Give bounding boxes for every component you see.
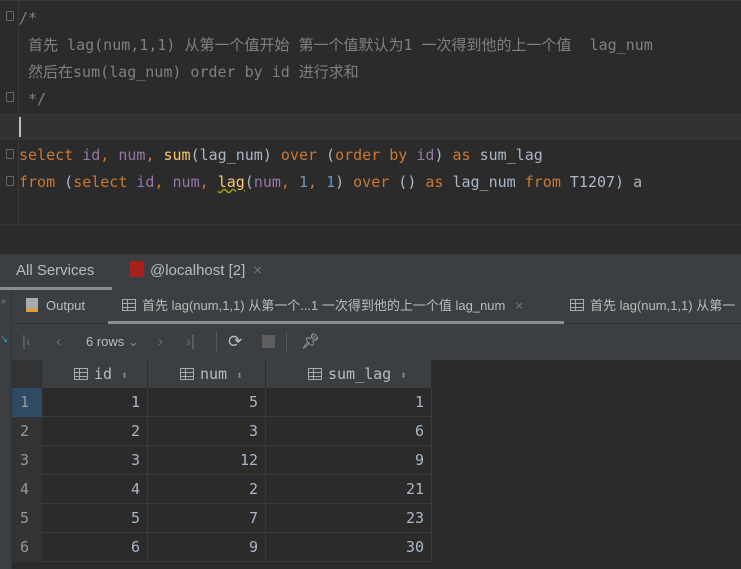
services-panel: All Services @localhost [2] × » ↘ Output 首… [0,254,741,569]
sort-icon: ⬍ [121,369,128,382]
column-icon [74,368,88,380]
table-cell-num[interactable]: 3 [148,417,266,446]
tab-result-1[interactable]: 首先 lag(num,1,1) 从第一个...1 一次得到他的上一个值 lag_… [108,290,564,324]
table-cell-sum_lag[interactable]: 6 [266,417,432,446]
table-cell-sum_lag[interactable]: 21 [266,475,432,504]
row-number[interactable]: 3 [12,446,42,475]
row-number[interactable]: 4 [12,475,42,504]
comment-line: */ [19,90,47,108]
table-cell-num[interactable]: 7 [148,504,266,533]
pin-icon[interactable]: 📌︎ [301,325,320,359]
comment-line: /* [19,9,38,27]
oracle-icon [130,261,144,277]
last-page-icon[interactable]: ›| [186,325,195,359]
row-number[interactable]: 5 [12,504,42,533]
result-toolbar: |‹ ‹ 6 rows ⌄ › ›| ⟳ 📌︎ [12,325,741,359]
close-icon[interactable]: × [253,262,262,279]
stop-icon[interactable] [262,335,275,348]
tab-output[interactable]: Output [26,290,85,324]
table-cell-sum_lag[interactable]: 9 [266,446,432,475]
comment-line: 首先 lag(num,1,1) 从第一个值开始 第一个值默认为1 一次得到他的上… [19,36,653,54]
table-cell-id[interactable]: 3 [42,446,148,475]
comment-line: 然后在sum(lag_num) order by id 进行求和 [19,63,359,81]
prev-page-icon[interactable]: ‹ [56,325,61,359]
table-cell-num[interactable]: 12 [148,446,266,475]
fold-icon[interactable] [6,176,14,186]
tab-result-2[interactable]: 首先 lag(num,1,1) 从第一 [570,290,735,324]
refresh-icon[interactable]: ⟳ [228,325,242,359]
column-header-id[interactable]: id ⬍ [42,360,148,388]
table-cell-id[interactable]: 2 [42,417,148,446]
table-icon [122,299,136,311]
side-strip: » ↘ [0,290,12,569]
sql-editor[interactable]: /* 首先 lag(num,1,1) 从第一个值开始 第一个值默认为1 一次得到… [0,0,741,225]
table-cell-num[interactable]: 2 [148,475,266,504]
sort-icon: ⬍ [236,369,243,382]
result-tabs: Output 首先 lag(num,1,1) 从第一个...1 一次得到他的上一… [12,290,741,324]
first-page-icon[interactable]: |‹ [22,325,31,359]
tab-all-services[interactable]: All Services [0,254,112,290]
table-cell-sum_lag[interactable]: 1 [266,388,432,417]
table-cell-id[interactable]: 6 [42,533,148,562]
row-number[interactable]: 1 [12,388,42,417]
column-icon [180,368,194,380]
splitter[interactable] [0,224,741,254]
fold-icon[interactable] [6,92,14,102]
tab-connection[interactable]: @localhost [2] × [130,254,262,290]
close-icon[interactable]: × [515,298,523,313]
table-cell-sum_lag[interactable]: 30 [266,533,432,562]
sql-line-select: select id, num, sum(lag_num) over (order… [19,146,543,164]
output-icon [26,298,38,312]
table-cell-sum_lag[interactable]: 23 [266,504,432,533]
table-cell-id[interactable]: 1 [42,388,148,417]
table-cell-id[interactable]: 4 [42,475,148,504]
table-cell-num[interactable]: 9 [148,533,266,562]
result-grid: id ⬍ num ⬍ sum_lag ⬍ 1 1 5 1 2 2 3 6 3 3 12 9 4 4 2 21 5… [12,360,741,569]
column-header-num[interactable]: num ⬍ [148,360,266,388]
fold-icon[interactable] [6,149,14,159]
row-number[interactable]: 6 [12,533,42,562]
table-cell-num[interactable]: 5 [148,388,266,417]
text-caret [19,117,21,137]
current-line-highlight [0,113,741,140]
column-header-sum-lag[interactable]: sum_lag ⬍ [266,360,432,388]
sort-icon: ⬍ [400,369,407,382]
fold-icon[interactable] [6,11,14,21]
sql-line-from: from (select id, num, lag(num, 1, 1) ove… [19,173,643,191]
table-icon [570,299,584,311]
table-cell-id[interactable]: 5 [42,504,148,533]
row-number[interactable]: 2 [12,417,42,446]
rows-dropdown[interactable]: 6 rows ⌄ [86,325,139,359]
next-page-icon[interactable]: › [158,325,163,359]
column-icon [308,368,322,380]
